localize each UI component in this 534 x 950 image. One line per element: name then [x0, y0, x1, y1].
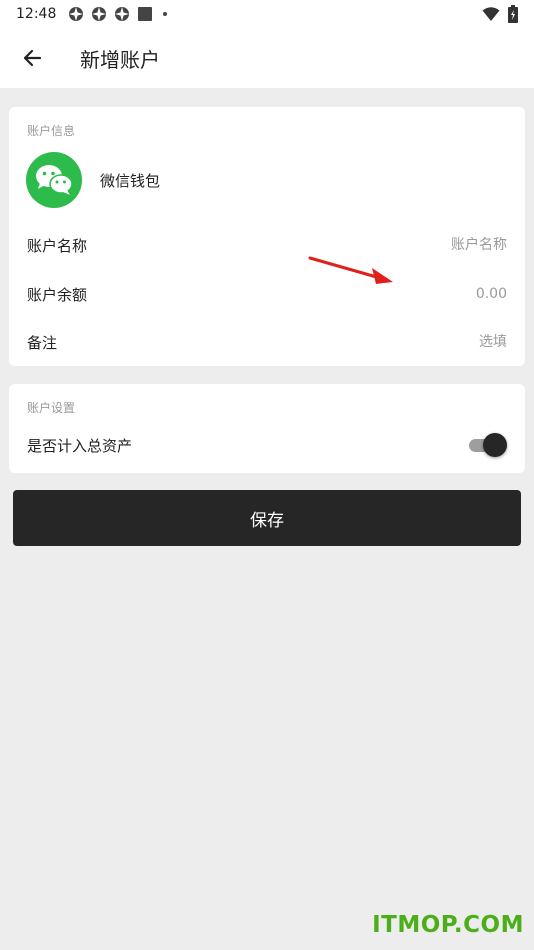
square-icon	[138, 7, 153, 21]
toggle-knob	[483, 433, 507, 457]
arrow-left-icon	[23, 49, 42, 67]
account-name-input[interactable]	[287, 237, 507, 253]
account-note-input[interactable]	[287, 334, 507, 350]
account-info-card: 账户信息 微信钱包 账户名称 账户余额 备注	[9, 107, 525, 366]
vpn-icon	[115, 7, 130, 21]
status-time: 12:48	[16, 6, 57, 22]
account-note-label: 备注	[27, 333, 58, 352]
account-name-label: 账户名称	[27, 236, 88, 255]
include-total-label: 是否计入总资产	[27, 436, 133, 455]
save-button[interactable]: 保存	[13, 490, 521, 546]
include-total-row: 是否计入总资产	[27, 432, 507, 458]
account-settings-card: 账户设置 是否计入总资产	[9, 384, 525, 473]
dot-icon	[163, 12, 168, 16]
wallet-selector[interactable]: 微信钱包	[26, 152, 160, 208]
include-total-toggle[interactable]	[469, 433, 507, 457]
status-system-icons	[482, 5, 518, 23]
account-balance-label: 账户余额	[27, 285, 88, 304]
wifi-icon	[482, 7, 500, 21]
battery-icon	[508, 5, 518, 23]
back-button[interactable]	[0, 28, 64, 88]
section-label-account-info: 账户信息	[27, 124, 76, 138]
section-label-account-settings: 账户设置	[27, 401, 76, 415]
account-balance-row: 账户余额	[27, 281, 507, 307]
status-bar: 12:48	[0, 0, 534, 28]
wallet-name: 微信钱包	[100, 171, 161, 190]
watermark: ITMOP.COM	[372, 912, 524, 938]
account-note-row: 备注	[27, 329, 507, 355]
account-name-row: 账户名称	[27, 232, 507, 258]
page-title: 新增账户	[80, 47, 160, 72]
status-notification-icons	[68, 6, 170, 22]
vpn-icon	[92, 7, 107, 21]
wechat-icon	[26, 152, 82, 208]
app-bar: 新增账户	[0, 28, 534, 88]
vpn-icon	[69, 7, 84, 21]
red-arrow-icon	[308, 256, 393, 284]
